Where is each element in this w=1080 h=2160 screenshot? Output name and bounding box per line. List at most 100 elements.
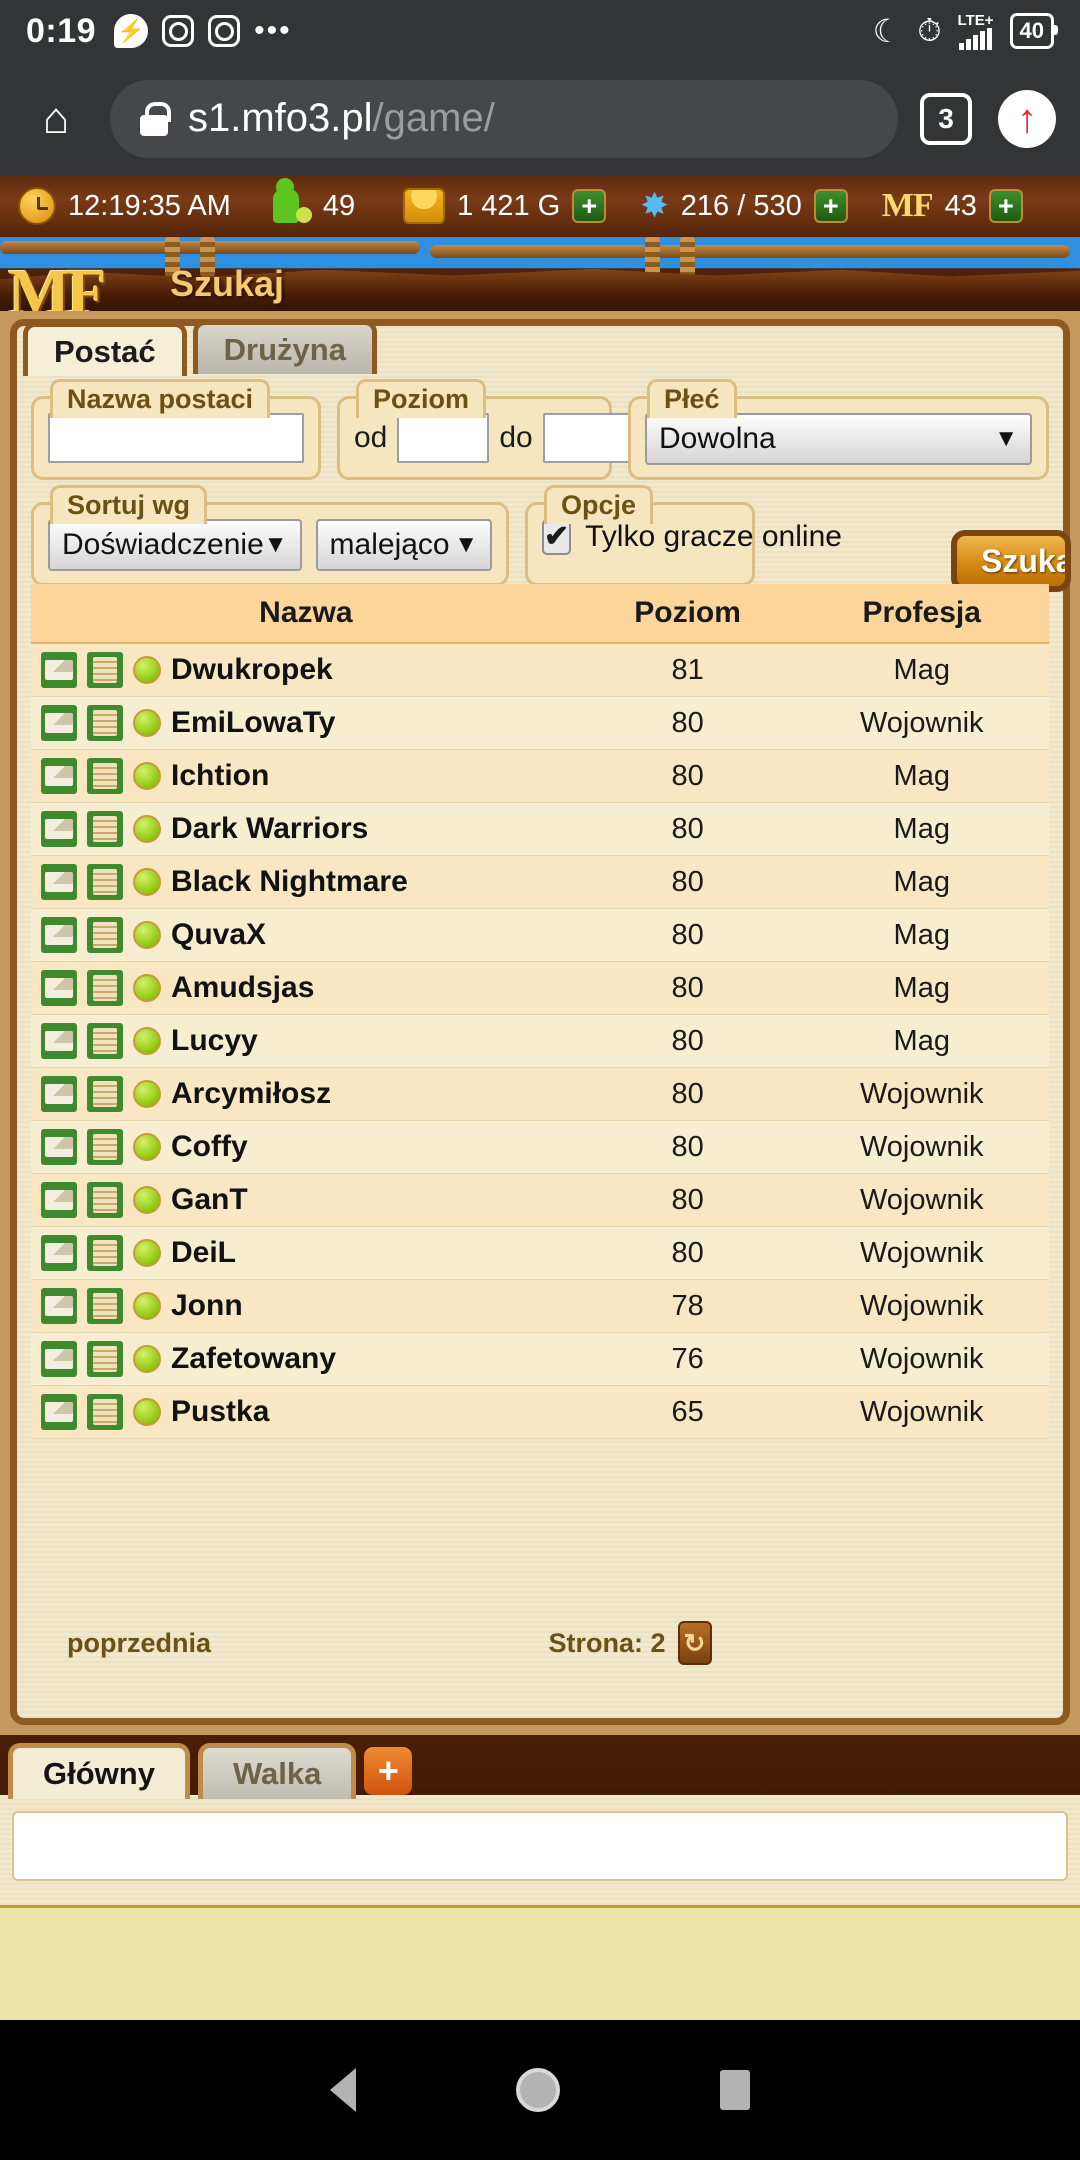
mail-icon[interactable] — [41, 970, 77, 1006]
table-row[interactable]: DeiL 80 Wojownik — [31, 1226, 1049, 1280]
player-name-link[interactable]: DeiL — [171, 1236, 236, 1270]
player-name-link[interactable]: Zafetowany — [171, 1342, 336, 1376]
table-row[interactable]: Dark Warriors 80 Mag — [31, 802, 1049, 856]
chat-tab-walka[interactable]: Walka — [197, 1743, 357, 1799]
player-name-link[interactable]: QuvaX — [171, 918, 266, 952]
cell-profession: Mag — [893, 971, 950, 1004]
mail-icon[interactable] — [41, 917, 77, 953]
profile-note-icon[interactable] — [87, 1235, 123, 1271]
table-row[interactable]: EmiLowaTy 80 Wojownik — [31, 696, 1049, 750]
table-row[interactable]: Zafetowany 76 Wojownik — [31, 1332, 1049, 1386]
chat-body — [0, 1795, 1080, 1905]
online-only-checkbox[interactable]: ✔ — [542, 519, 572, 555]
mail-icon[interactable] — [41, 1023, 77, 1059]
table-row[interactable]: Jonn 78 Wojownik — [31, 1279, 1049, 1333]
cell-level: 78 — [671, 1289, 704, 1322]
table-row[interactable]: Black Nightmare 80 Mag — [31, 855, 1049, 909]
profile-note-icon[interactable] — [87, 705, 123, 741]
sort-direction-select[interactable]: malejąco ▼ — [315, 519, 492, 571]
table-row[interactable]: Ichtion 80 Mag — [31, 749, 1049, 803]
home-circle-icon[interactable] — [516, 2068, 560, 2112]
add-gold-button[interactable]: + — [572, 189, 607, 223]
table-row[interactable]: Lucyy 80 Mag — [31, 1014, 1049, 1068]
table-row[interactable]: Coffy 80 Wojownik — [31, 1120, 1049, 1174]
player-name-link[interactable]: Arcymiłosz — [171, 1077, 331, 1111]
column-header-name[interactable]: Nazwa — [31, 584, 581, 644]
mail-icon[interactable] — [41, 1235, 77, 1271]
game-logo[interactable]: MF — [8, 255, 107, 311]
profile-note-icon[interactable] — [87, 811, 123, 847]
refresh-icon[interactable]: ↻ — [677, 1621, 712, 1665]
mail-icon[interactable] — [41, 1341, 77, 1377]
mail-icon[interactable] — [41, 1182, 77, 1218]
mail-icon[interactable] — [41, 811, 77, 847]
level-from-input[interactable] — [397, 413, 490, 463]
player-name-link[interactable]: Lucyy — [171, 1024, 258, 1058]
profile-note-icon[interactable] — [87, 1288, 123, 1324]
add-chat-tab-button[interactable]: + — [364, 1747, 413, 1795]
profile-note-icon[interactable] — [87, 1182, 123, 1218]
main-panel: Postać Drużyna Nazwa postaci Poziom od d… — [0, 311, 1080, 1735]
mail-icon[interactable] — [41, 1288, 77, 1324]
add-mf-button[interactable]: + — [988, 189, 1023, 223]
table-row[interactable]: Dwukropek 81 Mag — [31, 643, 1049, 697]
mail-icon[interactable] — [41, 1076, 77, 1112]
cell-name: Black Nightmare — [31, 856, 581, 909]
table-row[interactable]: Arcymiłosz 80 Wojownik — [31, 1067, 1049, 1121]
profile-note-icon[interactable] — [87, 1341, 123, 1377]
sort-by-select[interactable]: Doświadczenie ▼ — [48, 519, 302, 571]
character-name-input[interactable] — [48, 413, 304, 463]
cell-level: 80 — [671, 1130, 704, 1163]
player-name-link[interactable]: GanT — [171, 1183, 248, 1217]
scroll-top-button[interactable]: ↑ — [998, 89, 1056, 148]
tab-count-button[interactable]: 3 — [920, 92, 972, 145]
online-only-row[interactable]: ✔ Tylko gracze online — [542, 519, 842, 555]
table-row[interactable]: Amudsjas 80 Mag — [31, 961, 1049, 1015]
player-name-link[interactable]: Coffy — [171, 1130, 248, 1164]
search-form: Nazwa postaci Poziom od do Płeć Dowolna … — [17, 379, 1071, 592]
player-name-link[interactable]: EmiLowaTy — [171, 706, 335, 740]
player-name-link[interactable]: Dark Warriors — [171, 812, 368, 846]
column-header-profession[interactable]: Profesja — [794, 584, 1049, 644]
mail-icon[interactable] — [41, 1394, 77, 1430]
recents-square-icon[interactable] — [720, 2070, 750, 2110]
table-row[interactable]: QuvaX 80 Mag — [31, 908, 1049, 962]
profile-note-icon[interactable] — [87, 758, 123, 794]
name-cell-content: Dwukropek — [41, 652, 581, 688]
mail-icon[interactable] — [41, 705, 77, 741]
player-name-link[interactable]: Black Nightmare — [171, 865, 408, 899]
player-name-link[interactable]: Ichtion — [171, 759, 269, 793]
player-name-link[interactable]: Amudsjas — [171, 971, 314, 1005]
previous-page-link[interactable]: poprzednia — [67, 1628, 211, 1659]
profile-note-icon[interactable] — [87, 1129, 123, 1165]
sex-select[interactable]: Dowolna ▼ — [645, 413, 1032, 465]
profile-note-icon[interactable] — [87, 864, 123, 900]
table-row[interactable]: Pustka 65 Wojownik — [31, 1385, 1049, 1439]
url-bar[interactable]: s1.mfo3.pl /game/ — [110, 79, 898, 158]
table-row[interactable]: GanT 80 Wojownik — [31, 1173, 1049, 1227]
home-icon[interactable]: ⌂ — [24, 94, 88, 144]
mail-icon[interactable] — [41, 758, 77, 794]
mail-icon[interactable] — [41, 652, 77, 688]
add-energy-button[interactable]: + — [813, 189, 848, 223]
profile-note-icon[interactable] — [87, 917, 123, 953]
player-name-link[interactable]: Pustka — [171, 1395, 269, 1429]
player-name-link[interactable]: Jonn — [171, 1289, 243, 1323]
sort-controls: Doświadczenie ▼ malejąco ▼ — [48, 519, 492, 571]
profile-note-icon[interactable] — [87, 1023, 123, 1059]
tab-postac[interactable]: Postać — [23, 322, 187, 376]
chat-tab-glowny[interactable]: Główny — [8, 1743, 190, 1799]
back-triangle-icon[interactable] — [330, 2068, 356, 2112]
column-header-level[interactable]: Poziom — [580, 584, 795, 644]
search-button[interactable]: Szukaj — [951, 530, 1071, 592]
profile-note-icon[interactable] — [87, 970, 123, 1006]
mail-icon[interactable] — [41, 864, 77, 900]
tab-druzyna[interactable]: Drużyna — [192, 320, 377, 374]
level-to-input[interactable] — [542, 413, 635, 463]
mail-icon[interactable] — [41, 1129, 77, 1165]
profile-note-icon[interactable] — [87, 1076, 123, 1112]
player-name-link[interactable]: Dwukropek — [171, 653, 333, 687]
profile-note-icon[interactable] — [87, 652, 123, 688]
profile-note-icon[interactable] — [87, 1394, 123, 1430]
chat-input[interactable] — [12, 1811, 1068, 1881]
